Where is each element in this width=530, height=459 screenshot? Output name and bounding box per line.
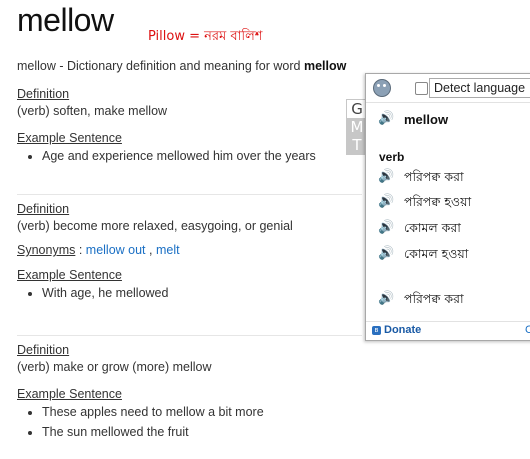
speaker-icon[interactable]: 🔊 — [378, 291, 394, 306]
synonyms-heading: Synonyms — [17, 243, 76, 257]
example-item: Age and experience mellowed him over the… — [42, 146, 362, 166]
bluetooth-icon: ʙ — [372, 326, 381, 335]
translation-item[interactable]: পরিপক্ব করা — [404, 169, 464, 189]
synonyms-separator: : — [75, 243, 86, 257]
example-item: The sun mellowed the fruit — [42, 422, 362, 442]
speaker-icon[interactable]: 🔊 — [378, 246, 394, 261]
popup-footer: ʙ Donate C — [366, 321, 530, 340]
definition-text: (verb) make or grow (more) mellow — [17, 360, 212, 374]
definition-heading: Definition — [17, 87, 70, 101]
definition-block-2: Definition (verb) become more relaxed, e… — [17, 202, 362, 303]
example-list: Age and experience mellowed him over the… — [17, 146, 362, 166]
handwritten-annotation: Pillow = নরম বালিশ — [148, 29, 263, 44]
translation-item[interactable]: পরিপক্ব হওয়া — [404, 194, 471, 214]
speaker-icon[interactable]: 🔊 — [378, 111, 394, 126]
part-of-speech: verb — [379, 150, 405, 164]
definition-text: (verb) soften, make mellow — [17, 104, 168, 118]
intro-prefix: mellow - Dictionary definition and meani… — [17, 59, 304, 73]
intro-line: mellow - Dictionary definition and meani… — [17, 59, 346, 73]
speaker-icon[interactable]: 🔊 — [378, 194, 394, 209]
footer-link[interactable]: C — [525, 324, 530, 336]
synonyms-line: Synonyms : mellow out , melt — [17, 243, 180, 257]
definition-block-3: Definition (verb) make or grow (more) me… — [17, 343, 362, 442]
example-item: With age, he mellowed — [42, 283, 362, 303]
detect-language-checkbox[interactable] — [415, 82, 428, 95]
donate-link[interactable]: Donate — [384, 324, 421, 336]
popup-toolbar: Detect language — [366, 74, 530, 103]
definition-text: (verb) become more relaxed, easygoing, o… — [17, 219, 293, 233]
translation-item[interactable]: কোমল হওয়া — [404, 246, 468, 266]
speaker-icon[interactable]: 🔊 — [378, 169, 394, 184]
translation-popup: Detect language 🔊 mellow verb 🔊 পরিপক্ব … — [365, 73, 530, 341]
definition-block-1: Definition (verb) soften, make mellow Ex… — [17, 87, 362, 166]
translation-item[interactable]: কোমল করা — [404, 220, 461, 240]
example-heading: Example Sentence — [17, 387, 122, 401]
example-heading: Example Sentence — [17, 268, 122, 282]
source-word: mellow — [404, 112, 449, 127]
intro-word: mellow — [303, 59, 347, 73]
detect-language-select[interactable]: Detect language — [429, 78, 530, 98]
gmt-tab-g: G — [351, 100, 363, 118]
example-list: These apples need to mellow a bit more T… — [17, 402, 362, 442]
synonym-link-mellow-out[interactable]: mellow out — [86, 243, 146, 257]
definition-heading: Definition — [17, 202, 70, 216]
example-heading: Example Sentence — [17, 131, 122, 145]
speaker-icon[interactable]: 🔊 — [378, 220, 394, 235]
word-title: mellow — [17, 2, 114, 38]
gmt-tab-t: T — [347, 136, 367, 154]
definition-heading: Definition — [17, 343, 70, 357]
gmt-tab-m: M — [347, 118, 367, 136]
translation-item[interactable]: পরিপক্ব করা — [404, 291, 464, 311]
synonym-link-melt[interactable]: melt — [156, 243, 180, 257]
example-list: With age, he mellowed — [17, 283, 362, 303]
owl-icon[interactable] — [373, 79, 391, 97]
section-divider — [17, 335, 362, 336]
section-divider — [17, 194, 362, 195]
example-item: These apples need to mellow a bit more — [42, 402, 362, 422]
